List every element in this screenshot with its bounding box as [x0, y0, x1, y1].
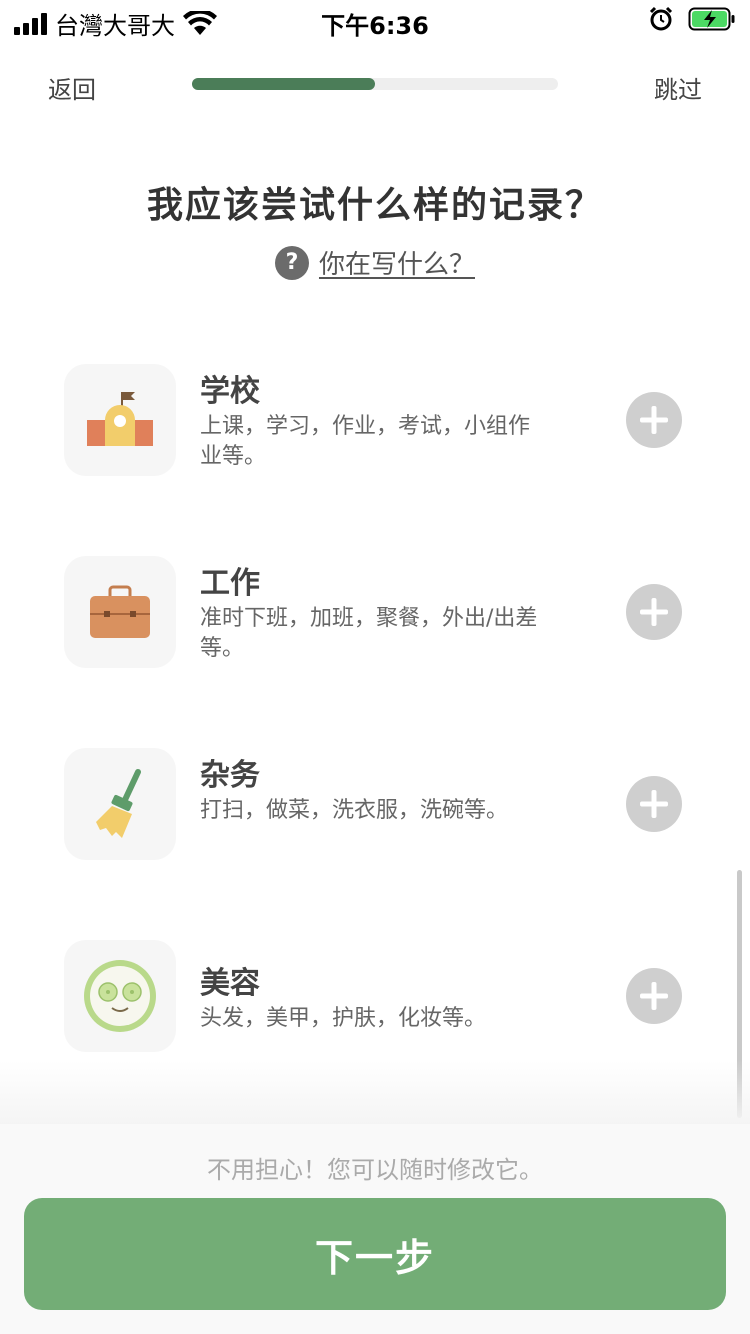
progress-fill [192, 78, 375, 90]
add-button[interactable] [626, 392, 682, 448]
plus-icon [640, 406, 668, 434]
category-title: 工作 [200, 566, 260, 601]
category-title: 杂务 [200, 758, 260, 793]
status-bar: 台灣大哥大 下午6:36 [0, 0, 750, 40]
category-desc: 打扫，做菜，洗衣服，洗碗等。 [200, 798, 509, 823]
status-time: 下午6:36 [321, 12, 429, 40]
add-button[interactable] [626, 584, 682, 640]
category-desc: 上课，学习，作业，考试，小组作业等。 [200, 414, 531, 469]
reassure-text: 不用担心！您可以随时修改它。 [207, 1156, 543, 1184]
briefcase-icon [64, 556, 176, 668]
category-item-work: 工作 准时下班，加班，聚餐，外出/出差等。 [64, 556, 684, 668]
add-button[interactable] [626, 776, 682, 832]
alarm-clock-icon [649, 6, 673, 31]
category-desc: 头发，美甲，护肤，化妆等。 [200, 1006, 487, 1031]
next-button[interactable]: 下一步 [24, 1198, 726, 1310]
face-mask-icon [64, 940, 176, 1052]
bottom-fade [0, 1060, 750, 1126]
progress-bar [192, 78, 558, 90]
battery-charging-icon [688, 7, 735, 31]
plus-icon [640, 982, 668, 1010]
broom-icon [64, 748, 176, 860]
skip-button[interactable]: 跳过 [654, 70, 702, 105]
help-link-text[interactable]: 你在写什么？ [319, 244, 475, 281]
add-button[interactable] [626, 968, 682, 1024]
category-title: 学校 [200, 374, 260, 409]
plus-icon [640, 598, 668, 626]
category-item-beauty: 美容 头发，美甲，护肤，化妆等。 [64, 940, 684, 1052]
status-right [648, 6, 736, 32]
help-link[interactable]: ? 你在写什么？ [0, 244, 750, 281]
category-desc: 准时下班，加班，聚餐，外出/出差等。 [200, 606, 538, 661]
plus-icon [640, 790, 668, 818]
category-item-chores: 杂务 打扫，做菜，洗衣服，洗碗等。 [64, 748, 684, 860]
back-button[interactable]: 返回 [48, 70, 96, 105]
page-title: 我应该尝试什么样的记录？ [146, 185, 603, 226]
category-item-school: 学校 上课，学习，作业，考试，小组作业等。 [64, 364, 684, 476]
category-title: 美容 [200, 966, 260, 1001]
question-icon: ? [274, 245, 309, 280]
school-icon [64, 364, 176, 476]
